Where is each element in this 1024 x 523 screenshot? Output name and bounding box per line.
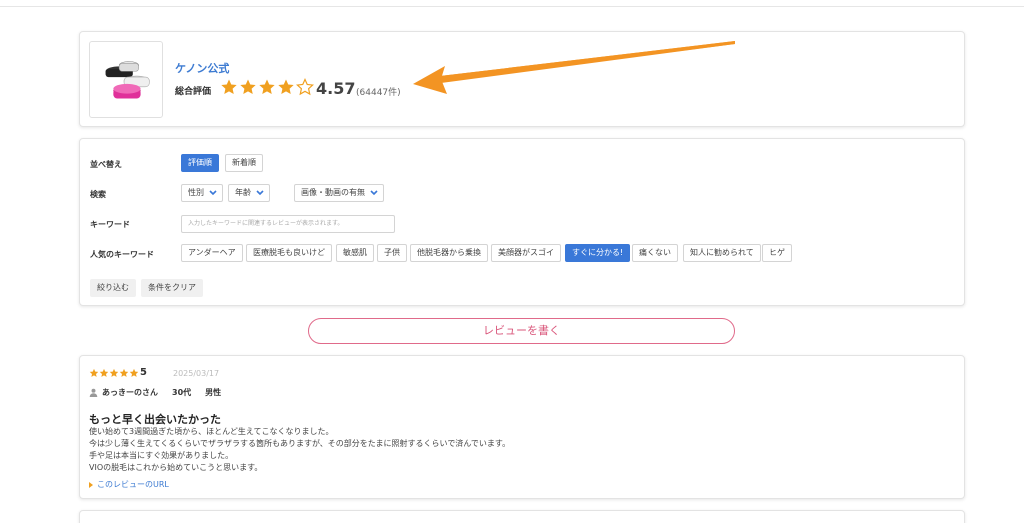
star-icon <box>240 79 256 95</box>
chevron-down-icon <box>256 190 264 196</box>
review-body: 使い始めて3週間過ぎた頃から、ほとんど生えてこなくなりました。 今は少し薄く生え… <box>89 426 510 474</box>
media-select[interactable]: 画像・動画の有無 <box>294 184 384 202</box>
review-body-line: VIOの脱毛はこれから始めていこうと思います。 <box>89 463 263 472</box>
keyword-chip[interactable]: 敏感肌 <box>336 244 374 262</box>
popular-keywords-label: 人気のキーワード <box>90 250 154 259</box>
review-stars <box>89 368 139 378</box>
keyword-chip[interactable]: 子供 <box>377 244 407 262</box>
clear-conditions-button[interactable]: 条件をクリア <box>141 279 203 297</box>
keyword-chip[interactable]: 痛くない <box>632 244 678 262</box>
gender-select-value: 性別 <box>188 188 204 197</box>
brand-link[interactable]: ケノン公式 <box>175 60 229 76</box>
next-review-card <box>79 510 965 523</box>
reviewer-name: あっきーのさん <box>102 388 158 397</box>
keyword-chip[interactable]: 知人に勧められて <box>683 244 761 262</box>
age-select-value: 年齢 <box>235 188 251 197</box>
star-icon <box>259 79 275 95</box>
chevron-down-icon <box>209 190 217 196</box>
narrow-button[interactable]: 絞り込む <box>90 279 136 297</box>
sort-label: 並べ替え <box>90 160 122 169</box>
keyword-chip[interactable]: 美顔器がスゴイ <box>491 244 561 262</box>
sort-by-rating-button[interactable]: 評価順 <box>181 154 219 172</box>
star-icon <box>119 368 129 377</box>
search-label: 検索 <box>90 190 106 199</box>
reviewer-gender: 男性 <box>205 388 222 397</box>
review-score: 5 <box>140 367 147 378</box>
keyword-chip[interactable]: 他脱毛器から乗換 <box>410 244 488 262</box>
review-body-line: 使い始めて3週間過ぎた頃から、ほとんど生えてこなくなりました。 <box>89 427 334 436</box>
person-icon <box>89 388 98 397</box>
star-icon <box>129 368 139 377</box>
review-card: 5 2025/03/17 あっきーのさん 30代 男性 もっと早く出会いたかった… <box>79 355 965 499</box>
overall-stars <box>220 78 314 96</box>
chevron-down-icon <box>370 190 378 196</box>
review-body-line: 手や足は本当にすぐ効果がありました。 <box>89 451 234 460</box>
keyword-chip[interactable]: ヒゲ <box>762 244 792 262</box>
star-icon <box>109 368 119 377</box>
review-url-link[interactable]: このレビューのURL <box>89 479 169 490</box>
review-title: もっと早く出会いたかった <box>89 413 221 426</box>
overall-rating-label: 総合評価 <box>175 87 212 97</box>
reviewer-info: あっきーのさん 30代 男性 <box>89 387 221 398</box>
overall-score: 4.57 <box>316 79 356 98</box>
reviewer-age: 30代 <box>172 388 192 397</box>
star-icon <box>99 368 109 377</box>
star-icon <box>278 79 294 95</box>
keyword-chip[interactable]: アンダーヘア <box>181 244 243 262</box>
review-body-line: 今は少し薄く生えてくるくらいでザラザラする箇所もありますが、その部分をたまに照射… <box>89 439 511 448</box>
review-url-text[interactable]: このレビューのURL <box>97 479 169 490</box>
keyword-input[interactable]: 入力したキーワードに関連するレビューが表示されます。 <box>181 215 395 233</box>
star-icon <box>89 368 99 377</box>
keyword-label: キーワード <box>90 220 130 229</box>
product-summary-card: ケノン公式 総合評価 4.57 (64447件) <box>79 31 965 127</box>
review-count: (64447件) <box>356 88 401 98</box>
media-select-value: 画像・動画の有無 <box>301 188 365 197</box>
star-outline-icon <box>296 78 314 96</box>
gender-select[interactable]: 性別 <box>181 184 223 202</box>
star-icon <box>221 79 237 95</box>
review-date: 2025/03/17 <box>173 369 220 378</box>
top-divider <box>0 6 1024 7</box>
age-select[interactable]: 年齢 <box>228 184 270 202</box>
keyword-chip[interactable]: 医療脱毛も良いけど <box>246 244 332 262</box>
write-review-button[interactable]: レビューを書く <box>308 318 735 344</box>
triangle-right-icon <box>89 481 93 488</box>
keyword-chip-active[interactable]: すぐに分かる! <box>565 244 631 262</box>
filter-panel: 並べ替え 評価順 新着順 検索 性別 年齢 画像・動画の有無 キーワード 入力し… <box>79 138 965 306</box>
sort-by-newest-button[interactable]: 新着順 <box>225 154 263 172</box>
product-image <box>89 41 163 118</box>
